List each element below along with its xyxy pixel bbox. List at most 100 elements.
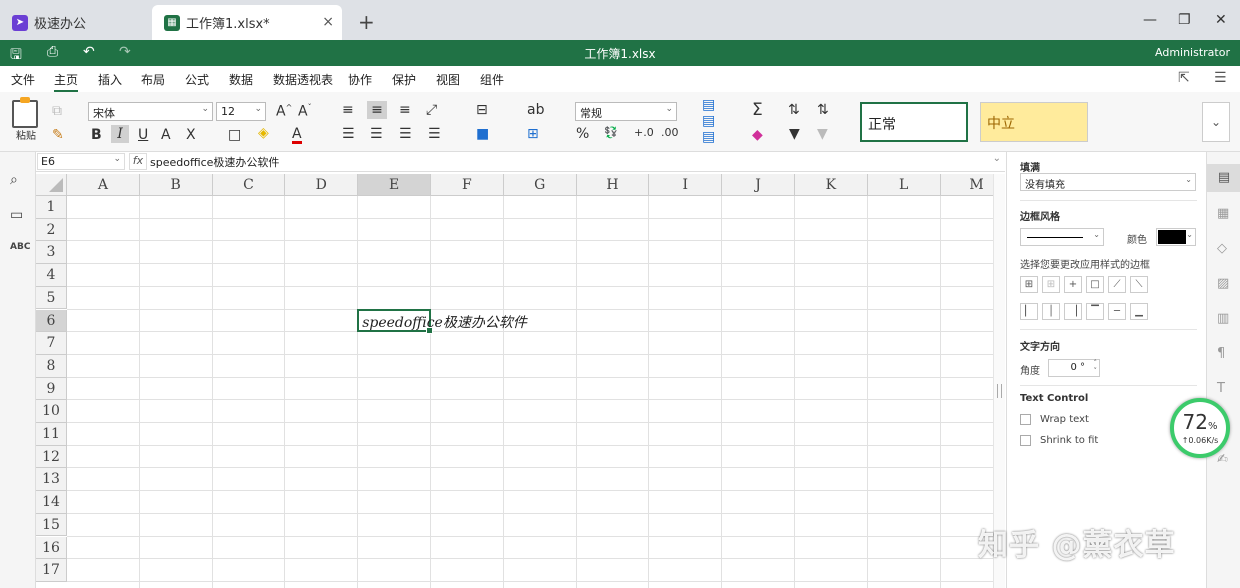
table-settings-icon[interactable]: ▦ [1217, 206, 1229, 221]
redo-icon[interactable]: ↷ [119, 44, 131, 60]
menu-formula[interactable]: 公式 [185, 71, 209, 88]
shape-settings-icon[interactable]: ◇ [1217, 241, 1227, 256]
row-header-12[interactable]: 12 [36, 445, 67, 469]
copy-icon[interactable]: ⧉ [52, 104, 62, 118]
currency-icon[interactable]: 💱 [604, 127, 618, 138]
insert-table-icon[interactable]: ⊞ [527, 127, 539, 141]
row-header-1[interactable]: 1 [36, 196, 67, 219]
function-icon[interactable]: fx [129, 153, 147, 170]
row-header-15[interactable]: 15 [36, 513, 67, 537]
select-all-corner[interactable] [36, 174, 67, 196]
row-header-3[interactable]: 3 [36, 241, 67, 265]
border-inner-horizontal-icon[interactable]: ─ [1108, 303, 1126, 320]
hamburger-menu-icon[interactable]: ☰ [1214, 70, 1227, 86]
border-none-icon[interactable]: ⊞ [1042, 276, 1060, 293]
text-direction-icon[interactable]: ab [527, 103, 544, 117]
border-line-select[interactable]: ⌄ [1020, 228, 1104, 246]
column-header-l[interactable]: L [867, 174, 941, 196]
fill-select[interactable]: 没有填充 ⌄ [1020, 173, 1196, 191]
format-painter-icon[interactable]: ✎ [52, 128, 64, 142]
column-header-i[interactable]: I [649, 174, 723, 196]
align-bottom-icon[interactable]: ≡ [399, 103, 411, 117]
column-header-c[interactable]: C [212, 174, 286, 196]
border-diag-up-icon[interactable]: ⟋ [1108, 276, 1126, 293]
row-header-13[interactable]: 13 [36, 468, 67, 492]
increase-font-icon[interactable]: A^ [276, 104, 292, 119]
column-header-a[interactable]: A [67, 174, 140, 196]
bold-icon[interactable]: B [91, 128, 102, 142]
border-inner-vertical-icon[interactable]: │ [1042, 303, 1060, 320]
row-header-6[interactable]: 6 [36, 309, 67, 333]
number-format-select[interactable]: 常规 ⌄ [575, 102, 677, 121]
align-top-icon[interactable]: ≡ [342, 103, 354, 117]
border-right-icon[interactable]: ▕ [1064, 303, 1082, 320]
menu-layout[interactable]: 布局 [141, 71, 165, 88]
column-header-d[interactable]: D [285, 174, 359, 196]
print-icon[interactable]: ⎙ [47, 44, 58, 60]
wrap-text-icon[interactable]: ⊟ [476, 103, 488, 117]
column-header-m[interactable]: M [940, 174, 993, 196]
border-bottom-icon[interactable]: ▁ [1130, 303, 1148, 320]
italic-icon[interactable]: I [111, 125, 129, 143]
borders-icon[interactable]: □ [228, 128, 241, 142]
menu-protect[interactable]: 保护 [392, 71, 416, 88]
align-middle-icon[interactable]: ≡ [367, 101, 387, 119]
menu-pivot-table[interactable]: 数据透视表 [273, 71, 333, 88]
menu-insert[interactable]: 插入 [98, 71, 122, 88]
autosum-icon[interactable]: Σ [752, 102, 763, 119]
row-header-17[interactable]: 17 [36, 559, 67, 582]
wrap-text-checkbox[interactable] [1020, 414, 1031, 425]
justify-icon[interactable]: ☰ [428, 127, 441, 141]
subscript-icon[interactable]: X [186, 128, 196, 142]
row-header-4[interactable]: 4 [36, 264, 67, 287]
spinner-icon[interactable]: ˄ ˅ [1094, 359, 1098, 375]
decrease-font-icon[interactable]: Aˇ [298, 104, 312, 119]
border-all-icon[interactable]: ⊞ [1020, 276, 1038, 293]
row-header-8[interactable]: 8 [36, 354, 67, 378]
row-header-14[interactable]: 14 [36, 491, 67, 514]
close-tab-button[interactable]: × [322, 14, 334, 30]
undo-icon[interactable]: ↶ [83, 44, 95, 60]
angle-input[interactable]: 0 ° ˄ ˅ [1048, 359, 1100, 377]
clear-filter-icon[interactable]: ▼ [817, 127, 828, 141]
paragraph-settings-icon[interactable]: ¶ [1217, 346, 1225, 361]
column-header-j[interactable]: J [722, 174, 795, 196]
menu-file[interactable]: 文件 [11, 71, 35, 88]
style-neutral[interactable]: 中立 [980, 102, 1088, 142]
user-name[interactable]: Administrator [1155, 46, 1230, 59]
underline-icon[interactable]: U [138, 128, 148, 142]
merge-cells-icon[interactable]: ■ [476, 127, 489, 141]
save-icon[interactable]: 🖫 [10, 44, 22, 68]
decrease-decimal-icon[interactable]: .00 [661, 127, 679, 138]
border-color-picker[interactable]: ⌄ [1156, 228, 1196, 246]
column-header-g[interactable]: G [503, 174, 577, 196]
row-header-5[interactable]: 5 [36, 286, 67, 310]
formula-input[interactable]: speedoffice极速办公软件 [150, 154, 279, 170]
menu-components[interactable]: 组件 [480, 71, 504, 88]
border-top-icon[interactable]: ▔ [1086, 303, 1104, 320]
column-header-k[interactable]: K [795, 174, 868, 196]
border-diag-down-icon[interactable]: ⟍ [1130, 276, 1148, 293]
tab-home[interactable]: ➤ 极速办公 [0, 5, 150, 40]
name-box[interactable]: E6 ⌄ [37, 153, 125, 170]
row-header-16[interactable]: 16 [36, 536, 67, 560]
filter-icon[interactable]: ▼ [789, 127, 800, 141]
spreadsheet-grid[interactable]: A B C D E F G H I J K L M 1 2 3 4 5 6 7 8 9 10 11 12 13 14 15 16 17 sp… [36, 174, 993, 588]
font-color-icon[interactable]: A [292, 127, 302, 144]
insert-cells-icon[interactable]: ▤ [702, 98, 715, 112]
paste-icon[interactable] [12, 97, 38, 128]
column-header-e[interactable]: E [358, 174, 431, 196]
menu-data[interactable]: 数据 [229, 71, 253, 88]
image-settings-icon[interactable]: ▨ [1217, 276, 1229, 291]
column-header-f[interactable]: F [431, 174, 504, 196]
open-location-icon[interactable]: ⇱ [1178, 70, 1190, 86]
spellcheck-icon[interactable]: ABC [10, 242, 30, 252]
row-header-9[interactable]: 9 [36, 377, 67, 401]
align-left-icon[interactable]: ☰ [342, 127, 355, 141]
align-center-icon[interactable]: ☰ [370, 127, 383, 141]
restore-button[interactable]: ❐ [1178, 12, 1191, 28]
sort-asc-icon[interactable]: ⇅ [788, 103, 800, 117]
expand-formula-icon[interactable]: ⌄ [993, 153, 1001, 164]
row-header-2[interactable]: 2 [36, 218, 67, 242]
align-right-icon[interactable]: ☰ [399, 127, 412, 141]
